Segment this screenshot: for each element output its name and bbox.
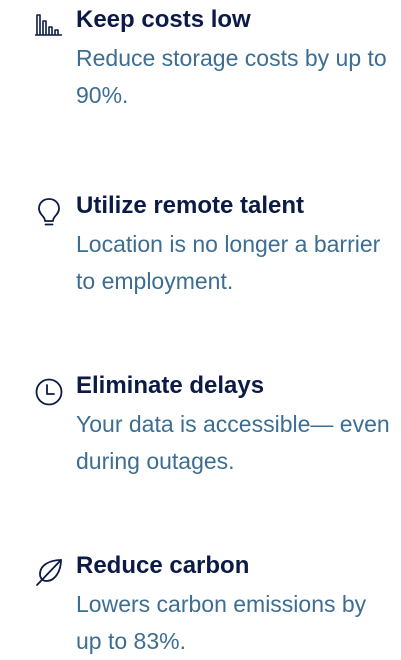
lightbulb-icon bbox=[34, 197, 64, 227]
feature-description: Reduce storage costs by up to 90%. bbox=[76, 45, 387, 108]
feature-title: Keep costs low bbox=[76, 6, 251, 33]
feature-description: Location is no longer a barrier to emplo… bbox=[76, 231, 381, 294]
feature-description: Lowers carbon emissions by up to 83%. bbox=[76, 591, 367, 654]
bar-chart-icon bbox=[34, 11, 64, 41]
leaf-icon bbox=[34, 557, 64, 587]
feature-title: Eliminate delays bbox=[76, 372, 265, 399]
feature-title: Utilize remote talent bbox=[76, 192, 305, 219]
feature-list: Keep costs low Reduce storage costs by u… bbox=[0, 0, 401, 656]
feature-title: Reduce carbon bbox=[76, 552, 250, 579]
feature-description: Your data is accessible— even during out… bbox=[76, 411, 390, 474]
clock-icon bbox=[34, 377, 64, 407]
